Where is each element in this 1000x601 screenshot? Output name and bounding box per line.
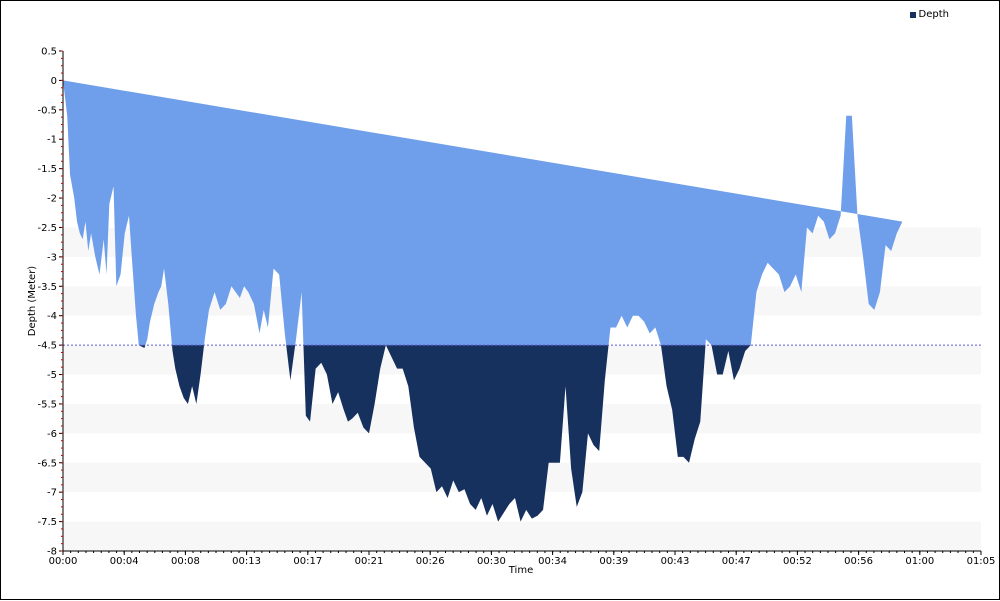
- y-tick-label: -3: [47, 252, 57, 263]
- x-tick-label: 00:21: [355, 556, 384, 567]
- x-tick-label: 00:52: [783, 556, 812, 567]
- chart-frame: 0.5 0 -0.5 -1 -1.5 -2 -2.5 -3 -3.5 -4 -4.5 -5 -5.5 -6…: [0, 0, 1000, 600]
- y-tick-label: -6: [47, 429, 57, 440]
- y-tick-label: -5: [47, 370, 57, 381]
- y-tick-label: -4.5: [37, 341, 57, 352]
- x-tick-label: 00:00: [49, 556, 78, 567]
- x-tick-label: 00:04: [110, 556, 139, 567]
- x-tick-label: 00:34: [538, 556, 567, 567]
- y-tick-label: -0.5: [37, 105, 57, 116]
- x-tick-label: 00:56: [844, 556, 873, 567]
- y-tick-label: 0.5: [41, 47, 57, 58]
- y-tick-label: -2.5: [37, 223, 57, 234]
- y-tick-label: -7: [47, 488, 57, 499]
- y-tick-label: -7.5: [37, 517, 57, 528]
- y-tick-label: 0: [51, 76, 57, 87]
- y-tick-label: -1: [47, 135, 57, 146]
- background-band: [63, 521, 981, 551]
- y-tick-label: -5.5: [37, 399, 57, 410]
- depth-chart: 0.5 0 -0.5 -1 -1.5 -2 -2.5 -3 -3.5 -4 -4.5 -5 -5.5 -6…: [27, 47, 996, 577]
- y-tick-labels: 0.5 0 -0.5 -1 -1.5 -2 -2.5 -3 -3.5 -4 -4.5 -5 -5.5 -6…: [37, 47, 63, 558]
- x-tick-label: 00:17: [293, 556, 322, 567]
- x-tick-label: 01:05: [967, 556, 996, 567]
- x-tick-label: 00:08: [171, 556, 200, 567]
- y-tick-label: -3.5: [37, 282, 57, 293]
- x-tick-label: 00:30: [477, 556, 506, 567]
- legend-swatch: [909, 11, 916, 18]
- x-tick-label: 01:00: [905, 556, 934, 567]
- y-tick-label: -4: [47, 311, 57, 322]
- y-tick-label: -1.5: [37, 164, 57, 175]
- y-axis-title: Depth (Meter): [27, 266, 38, 337]
- x-tick-label: 00:39: [599, 556, 628, 567]
- y-tick-label: -6.5: [37, 458, 57, 469]
- legend-label: Depth: [918, 9, 949, 20]
- x-tick-label: 00:43: [661, 556, 690, 567]
- x-axis-title: Time: [508, 565, 533, 576]
- x-tick-label: 00:47: [722, 556, 751, 567]
- legend: Depth: [909, 9, 949, 20]
- y-tick-label: -2: [47, 194, 57, 205]
- x-tick-label: 00:13: [232, 556, 261, 567]
- x-tick-label: 00:26: [416, 556, 445, 567]
